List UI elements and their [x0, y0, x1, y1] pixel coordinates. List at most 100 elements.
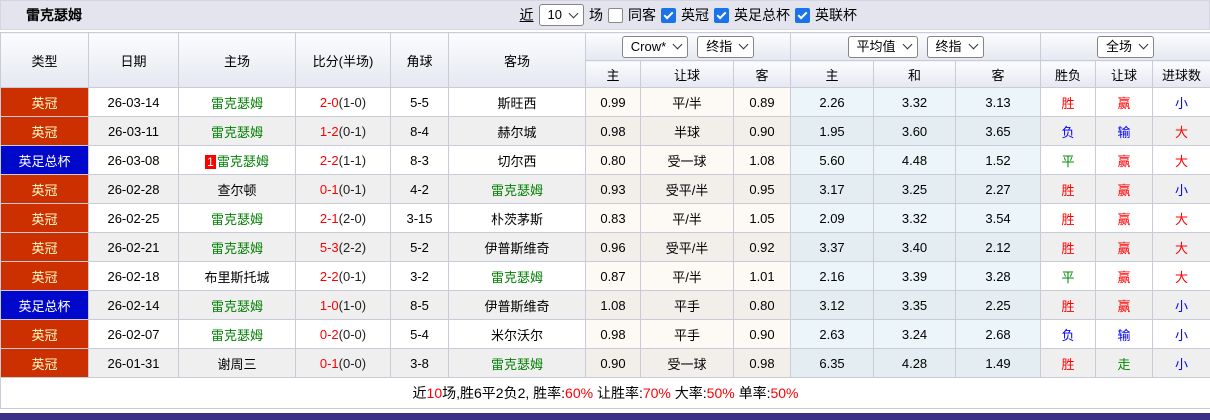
result-handicap: 走	[1096, 349, 1153, 378]
match-type-badge: 英冠	[1, 233, 89, 262]
summary-row: 近10场,胜6平2负2, 胜率:60% 让胜率:70% 大率:50% 单率:50…	[1, 378, 1210, 409]
filter-league-label: 英冠	[681, 5, 709, 25]
euro-draw-odds: 3.25	[874, 175, 956, 204]
euro-stage-select[interactable]: 终指	[927, 36, 984, 58]
handicap-away-odds: 1.01	[734, 262, 791, 291]
match-date: 26-03-08	[89, 146, 179, 175]
table-row: 英冠26-02-07雷克瑟姆0-2(0-0)5-4米尔沃尔0.98平手0.902…	[1, 320, 1210, 349]
filter-league-checkbox[interactable]	[661, 8, 676, 23]
recent-link[interactable]: 近	[520, 5, 534, 25]
handicap-line: 受一球	[641, 349, 734, 378]
away-team: 米尔沃尔	[449, 320, 586, 349]
euro-stage-value: 终指	[936, 38, 962, 55]
euro-draw-odds: 4.28	[874, 349, 956, 378]
match-date: 26-03-11	[89, 117, 179, 146]
away-team: 雷克瑟姆	[449, 175, 586, 204]
col-result-goals: 进球数	[1153, 61, 1210, 88]
filter-leaguecup-label: 英联杯	[815, 5, 857, 25]
match-score: 0-1(0-1)	[296, 175, 391, 204]
result-handicap: 赢	[1096, 88, 1153, 117]
euro-draw-odds: 3.35	[874, 291, 956, 320]
handicap-line: 受一球	[641, 146, 734, 175]
match-score: 2-2(0-1)	[296, 262, 391, 291]
recent-count-select[interactable]: 10	[539, 4, 584, 26]
euro-draw-odds: 3.39	[874, 262, 956, 291]
match-date: 26-02-14	[89, 291, 179, 320]
filter-facup-checkbox[interactable]	[714, 8, 729, 23]
match-date: 26-03-14	[89, 88, 179, 117]
match-type-badge: 英冠	[1, 117, 89, 146]
accent-bar	[0, 413, 1210, 420]
match-score: 2-0(1-0)	[296, 88, 391, 117]
handicap-line: 平/半	[641, 204, 734, 233]
col-corners: 角球	[391, 33, 449, 88]
handicap-home-odds: 0.80	[586, 146, 641, 175]
handicap-home-odds: 0.96	[586, 233, 641, 262]
summary-segment: 60%	[565, 385, 593, 401]
col-away: 客场	[449, 33, 586, 88]
euro-home-odds: 5.60	[791, 146, 874, 175]
euro-draw-odds: 3.60	[874, 117, 956, 146]
result-handicap: 赢	[1096, 204, 1153, 233]
match-type-badge: 英冠	[1, 262, 89, 291]
euro-draw-odds: 3.24	[874, 320, 956, 349]
filter-leaguecup-checkbox[interactable]	[795, 8, 810, 23]
handicap-line: 平/半	[641, 88, 734, 117]
corner-count: 3-2	[391, 262, 449, 291]
home-team: 查尔顿	[179, 175, 296, 204]
euro-source-select[interactable]: 平均值	[848, 36, 918, 58]
table-row: 英冠26-02-21雷克瑟姆5-3(2-2)5-2伊普斯维奇0.96受平/半0.…	[1, 233, 1210, 262]
result-handicap: 输	[1096, 320, 1153, 349]
col-score: 比分(半场)	[296, 33, 391, 88]
handicap-home-odds: 0.98	[586, 117, 641, 146]
euro-away-odds: 1.52	[956, 146, 1041, 175]
handicap-away-odds: 0.90	[734, 320, 791, 349]
euro-away-odds: 2.27	[956, 175, 1041, 204]
corner-count: 5-4	[391, 320, 449, 349]
euro-home-odds: 2.16	[791, 262, 874, 291]
col-result-handicap: 让球	[1096, 61, 1153, 88]
scope-select[interactable]: 全场	[1097, 36, 1154, 58]
table-row: 英足总杯26-02-14雷克瑟姆1-0(1-0)8-5伊普斯维奇1.08平手0.…	[1, 291, 1210, 320]
odds-stage-select[interactable]: 终指	[697, 36, 754, 58]
handicap-line: 平手	[641, 320, 734, 349]
odds-company-select[interactable]: Crow*	[622, 36, 688, 58]
away-team: 朴茨茅斯	[449, 204, 586, 233]
result-outcome: 负	[1041, 117, 1096, 146]
away-team: 雷克瑟姆	[449, 349, 586, 378]
euro-home-odds: 1.95	[791, 117, 874, 146]
match-date: 26-01-31	[89, 349, 179, 378]
col-handicap-home: 主	[586, 61, 641, 88]
corner-count: 8-5	[391, 291, 449, 320]
summary-segment: 大率:	[671, 385, 707, 401]
home-team: 雷克瑟姆	[179, 117, 296, 146]
home-team: 谢周三	[179, 349, 296, 378]
col-type: 类型	[1, 33, 89, 88]
same-away-checkbox[interactable]	[608, 8, 623, 23]
result-outcome: 平	[1041, 146, 1096, 175]
euro-home-odds: 6.35	[791, 349, 874, 378]
euro-away-odds: 3.65	[956, 117, 1041, 146]
home-team: 雷克瑟姆	[179, 291, 296, 320]
result-goals: 小	[1153, 88, 1210, 117]
home-team: 雷克瑟姆	[179, 320, 296, 349]
euro-away-odds: 1.49	[956, 349, 1041, 378]
away-team: 雷克瑟姆	[449, 262, 586, 291]
col-result-wdl: 胜负	[1041, 61, 1096, 88]
away-team: 伊普斯维奇	[449, 291, 586, 320]
corner-count: 5-2	[391, 233, 449, 262]
corner-count: 8-4	[391, 117, 449, 146]
summary-text: 近10场,胜6平2负2, 胜率:60% 让胜率:70% 大率:50% 单率:50…	[413, 385, 799, 401]
chevron-down-icon	[902, 40, 912, 50]
euro-away-odds: 2.12	[956, 233, 1041, 262]
table-row: 英冠26-01-31谢周三0-1(0-0)3-8雷克瑟姆0.90受一球0.986…	[1, 349, 1210, 378]
result-outcome: 胜	[1041, 88, 1096, 117]
match-score: 1-0(1-0)	[296, 291, 391, 320]
result-handicap: 赢	[1096, 146, 1153, 175]
euro-away-odds: 3.13	[956, 88, 1041, 117]
result-goals: 大	[1153, 233, 1210, 262]
result-goals: 小	[1153, 349, 1210, 378]
result-outcome: 胜	[1041, 349, 1096, 378]
home-team: 雷克瑟姆	[179, 204, 296, 233]
match-type-badge: 英冠	[1, 349, 89, 378]
